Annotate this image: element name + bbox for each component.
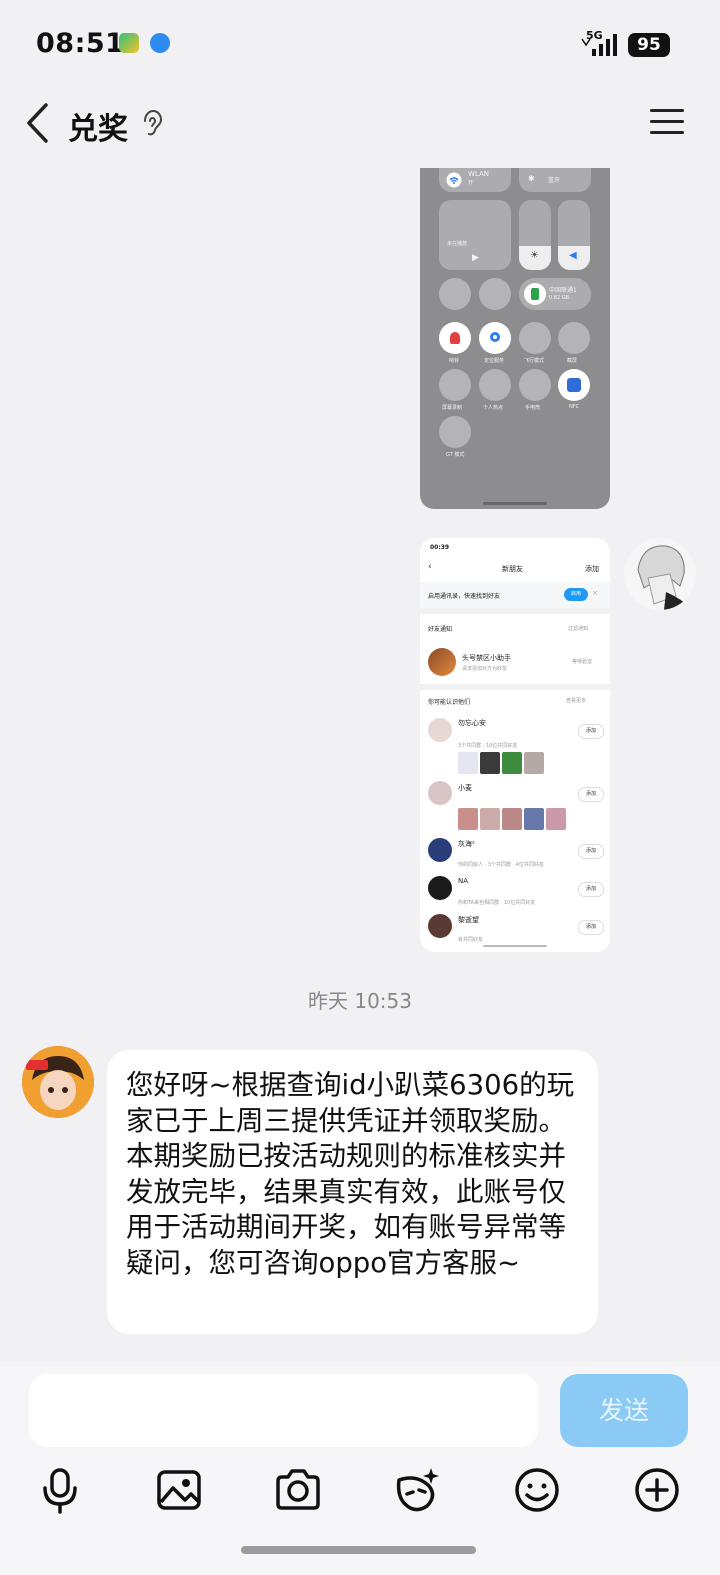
screen-record-icon bbox=[439, 369, 471, 401]
shot2-title: 新朋友 bbox=[502, 565, 523, 573]
add-friend-button: 添加 bbox=[578, 787, 604, 802]
person-name: 灰海² bbox=[458, 840, 475, 848]
close-icon: × bbox=[592, 589, 598, 597]
add-friend-button: 添加 bbox=[578, 724, 604, 739]
shot2-notify-status: 等待验证 bbox=[572, 659, 593, 665]
menu-icon[interactable] bbox=[650, 107, 684, 137]
emoji-icon[interactable] bbox=[513, 1466, 561, 1514]
cc-bt-label: 蓝牙 bbox=[548, 177, 561, 184]
shot2-notify-name: 头号禁区小助手 bbox=[462, 654, 511, 662]
shot2-know-more: 查看更多 bbox=[566, 698, 587, 704]
ear-icon[interactable] bbox=[140, 109, 164, 137]
person-sub: 你的同龄人 · 3个共同群 · 4位共同好友 bbox=[458, 862, 544, 868]
signal-icon bbox=[581, 34, 617, 56]
shot2-add: 添加 bbox=[585, 565, 599, 573]
flashlight-icon bbox=[519, 369, 551, 401]
cc-media-label: 未在播放 bbox=[447, 241, 468, 247]
cc-label: 屏幕录制 bbox=[442, 405, 463, 411]
cc-label: 响铃 bbox=[449, 358, 460, 364]
bell-icon bbox=[439, 322, 471, 354]
back-icon[interactable] bbox=[24, 102, 52, 144]
person-name: 黎逝望 bbox=[458, 916, 479, 924]
avatar bbox=[428, 648, 456, 676]
add-friend-button: 添加 bbox=[578, 920, 604, 935]
hotspot-icon bbox=[479, 369, 511, 401]
person-sub: 有共同好友 bbox=[458, 937, 484, 943]
shot2-notify-title: 好友通知 bbox=[428, 626, 453, 633]
bluetooth-icon: ✱ bbox=[528, 174, 535, 183]
message-text: 您好呀~根据查询id小趴菜6306的玩家已于上周三提供凭证并领取奖励。本期奖励已… bbox=[126, 1069, 575, 1279]
page-title: 兑奖 bbox=[68, 112, 128, 147]
avatar bbox=[428, 718, 452, 742]
cc-carrier-sub: 0.82 GB bbox=[549, 295, 570, 301]
service-avatar[interactable] bbox=[22, 1046, 94, 1118]
shot2-notify-sub: 请求添加对方为好友 bbox=[462, 666, 508, 672]
brightness-icon: ☀ bbox=[530, 250, 539, 261]
shot2-know-title: 你可能认识他们 bbox=[428, 699, 471, 706]
app-notification-icon bbox=[150, 33, 170, 53]
avatar bbox=[428, 838, 452, 862]
cc-label: NFC bbox=[569, 404, 580, 410]
app-notification-icon bbox=[119, 33, 139, 53]
volume-icon: ◀ bbox=[569, 250, 577, 261]
avatar-illustration bbox=[637, 545, 694, 610]
cc-label: 定位服务 bbox=[484, 358, 505, 364]
cc-label: 截屏 bbox=[567, 358, 578, 364]
image-icon[interactable] bbox=[155, 1466, 203, 1514]
avatar-illustration bbox=[22, 1046, 94, 1118]
battery-indicator: 95 bbox=[628, 33, 670, 57]
cc-carrier: 中国联通1 bbox=[549, 287, 577, 294]
play-icon: ▶ bbox=[472, 253, 479, 263]
person-name: 小麦 bbox=[458, 784, 472, 792]
chat-timestamp: 昨天 10:53 bbox=[308, 989, 412, 1013]
gt-mode-icon bbox=[439, 416, 471, 448]
my-avatar[interactable] bbox=[624, 538, 696, 610]
cc-label: 个人热点 bbox=[483, 405, 504, 411]
person-name: 勿忘心安 bbox=[458, 719, 486, 727]
shot2-time: 00:39 bbox=[430, 544, 450, 551]
add-friend-button: 添加 bbox=[578, 844, 604, 859]
plus-icon[interactable] bbox=[633, 1466, 681, 1514]
screenshot-icon bbox=[558, 322, 590, 354]
headphone-icon bbox=[439, 278, 471, 310]
avatar bbox=[428, 876, 452, 900]
person-sub: 3个共同群 · 10位共同好友 bbox=[458, 743, 518, 749]
home-indicator[interactable] bbox=[241, 1546, 476, 1554]
shot2-banner-button: 启用 bbox=[564, 588, 588, 601]
status-time: 08:51 bbox=[36, 28, 125, 59]
send-button[interactable]: 发送 bbox=[560, 1374, 688, 1447]
airplane-icon bbox=[519, 322, 551, 354]
person-name: NA bbox=[458, 877, 469, 885]
avatar bbox=[428, 781, 452, 805]
camera-icon[interactable] bbox=[274, 1466, 322, 1514]
nearby-icon bbox=[479, 278, 511, 310]
mic-icon[interactable] bbox=[36, 1466, 84, 1514]
avatar bbox=[428, 914, 452, 938]
cc-label: 飞行模式 bbox=[524, 358, 545, 364]
message-input[interactable] bbox=[29, 1374, 538, 1447]
cc-wlan-label: WLAN bbox=[468, 170, 490, 178]
image-message-new-friends[interactable]: 00:39 ‹ 新朋友 添加 启用通讯录，快速找到好友 启用 × 好友通知 过滤… bbox=[420, 538, 610, 952]
cc-label: 手电筒 bbox=[525, 405, 541, 411]
person-sub: 你和TA来自相同群 · 10位共同好友 bbox=[458, 900, 536, 906]
chat-bubble: 您好呀~根据查询id小趴菜6306的玩家已于上周三提供凭证并领取奖励。本期奖励已… bbox=[107, 1050, 598, 1334]
mobile-data-icon bbox=[524, 283, 546, 305]
sticker-icon[interactable] bbox=[393, 1466, 441, 1514]
nfc-icon bbox=[558, 369, 590, 401]
back-icon: ‹ bbox=[428, 562, 432, 572]
shot2-banner: 启用通讯录，快速找到好友 bbox=[428, 593, 501, 600]
image-message-control-center[interactable]: WLAN 开 ✱ 蓝牙 未在播放 ▶ ☀ ◀ 中国联通1 0.82 GB 响铃 … bbox=[420, 168, 610, 509]
add-friend-button: 添加 bbox=[578, 882, 604, 897]
cc-wlan-sub: 开 bbox=[468, 180, 474, 186]
wifi-icon bbox=[446, 172, 462, 188]
shot2-notify-more: 过滤通知 bbox=[568, 626, 589, 632]
location-icon bbox=[479, 322, 511, 354]
cc-label: GT 模式 bbox=[446, 452, 465, 458]
